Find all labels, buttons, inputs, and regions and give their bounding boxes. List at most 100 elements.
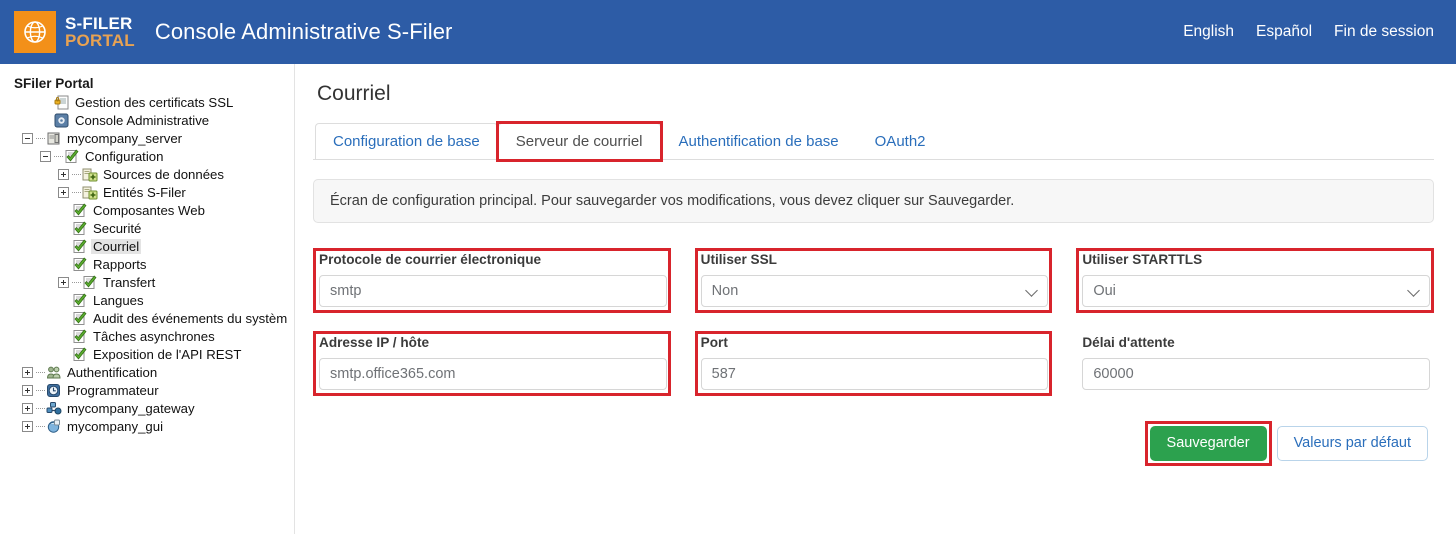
tree-node[interactable]: Rapports (14, 255, 294, 273)
tree-node[interactable]: mycompany_gateway (14, 399, 294, 417)
collapse-toggle-icon[interactable] (40, 150, 51, 162)
select-use-starttls[interactable]: Oui (1082, 275, 1430, 307)
tree-node-icon (72, 257, 88, 272)
tree-node[interactable]: Audit des événements du systèm (14, 309, 294, 327)
globe-icon (24, 21, 46, 43)
tree-node[interactable]: Authentification (14, 363, 294, 381)
field-host: Adresse IP / hôte (313, 331, 671, 396)
tree-node-icon (72, 239, 88, 254)
field-port: Port (694, 331, 1053, 396)
tree-node[interactable]: Tâches asynchrones (14, 327, 294, 345)
label-port: Port (700, 335, 728, 350)
collapse-toggle-icon[interactable] (22, 132, 33, 144)
tree-node[interactable]: Entités S-Filer (14, 183, 294, 201)
tree-node-label: Configuration (85, 148, 164, 164)
tree-connector (36, 389, 45, 391)
tab-authentification-de-base[interactable]: Authentification de base (661, 123, 857, 159)
tree-node-icon (72, 347, 88, 362)
tab-configuration-de-base[interactable]: Configuration de base (315, 123, 498, 159)
lang-english-link[interactable]: English (1183, 23, 1234, 41)
tree-connector (36, 137, 45, 139)
input-protocol[interactable] (319, 275, 667, 307)
tree-node[interactable]: Gestion des certificats SSL (14, 93, 294, 111)
select-use-ssl[interactable]: Non (700, 275, 1049, 307)
tree-node-label: Authentification (67, 364, 158, 380)
gateway-icon (46, 401, 62, 414)
tree-node-icon (72, 311, 88, 326)
tree-node-label: Sources de données (103, 166, 224, 182)
tree-node-label: Langues (93, 292, 144, 308)
reset-defaults-button[interactable]: Valeurs par défaut (1276, 426, 1428, 461)
config-check-icon (65, 149, 79, 163)
save-button-wrap: Sauvegarder (1144, 421, 1272, 466)
tab-bar: Configuration de base Serveur de courrie… (313, 121, 1434, 162)
tree-connector (54, 155, 63, 157)
gui-icon (47, 419, 60, 433)
tree-node-icon (72, 329, 88, 344)
tree-node-icon (72, 221, 88, 236)
tree-node-label: Composantes Web (93, 202, 205, 218)
tree-node[interactable]: Sources de données (14, 165, 294, 183)
label-protocol: Protocole de courrier électronique (319, 252, 542, 267)
logout-link[interactable]: Fin de session (1334, 23, 1434, 41)
tree-node-icon (54, 95, 70, 110)
field-timeout: Délai d'attente (1076, 331, 1434, 396)
tree-node[interactable]: Composantes Web (14, 201, 294, 219)
field-protocol: Protocole de courrier électronique (313, 248, 671, 313)
expand-toggle-icon[interactable] (22, 402, 33, 414)
tree-node[interactable]: Programmateur (14, 381, 294, 399)
sidebar-tree[interactable]: SFiler Portal Gestion des certificats SS… (0, 64, 295, 534)
tree-node-label: Gestion des certificats SSL (75, 94, 234, 110)
tree-node-icon (72, 203, 88, 218)
expand-toggle-icon[interactable] (58, 276, 69, 288)
tree-node[interactable]: Courriel (14, 237, 294, 255)
expand-toggle-icon[interactable] (22, 384, 33, 396)
input-port[interactable] (700, 358, 1049, 390)
config-check-icon (73, 203, 87, 217)
tree-node-label: Securité (93, 220, 142, 236)
tree-node-label: Tâches asynchrones (93, 328, 215, 344)
tree-node-icon (46, 419, 62, 434)
logo-line-2: PORTAL (65, 31, 135, 50)
form-actions: Sauvegarder Valeurs par défaut (313, 421, 1434, 466)
save-button[interactable]: Sauvegarder (1149, 426, 1267, 461)
input-host[interactable] (319, 358, 667, 390)
page-title: Courriel (317, 82, 391, 105)
tab-serveur-de-courriel[interactable]: Serveur de courriel (497, 123, 661, 160)
tree-node-icon (82, 185, 98, 200)
email-server-form: Protocole de courrier électronique Utili… (313, 248, 1434, 396)
tree-connector (36, 371, 45, 373)
config-check-icon (73, 257, 87, 271)
info-banner: Écran de configuration principal. Pour s… (313, 179, 1434, 223)
expand-toggle-icon[interactable] (58, 168, 69, 180)
tree-node-label: mycompany_gateway (67, 400, 195, 416)
tree-node[interactable]: Langues (14, 291, 294, 309)
expand-toggle-icon[interactable] (22, 366, 33, 378)
label-host: Adresse IP / hôte (319, 335, 430, 350)
gear-icon (54, 113, 69, 127)
expand-toggle-icon[interactable] (58, 186, 69, 198)
tree-node[interactable]: mycompany_gui (14, 417, 294, 435)
tree-node[interactable]: mycompany_server (14, 129, 294, 147)
tree-connector (72, 281, 81, 283)
tree-node[interactable]: Securité (14, 219, 294, 237)
tree-node-icon (82, 167, 98, 182)
tree-node[interactable]: Console Administrative (14, 111, 294, 129)
config-check-icon (83, 275, 97, 289)
app-title: Console Administrative S-Filer (154, 19, 453, 44)
tree-node[interactable]: Configuration (14, 147, 294, 165)
config-check-icon (73, 329, 87, 343)
lang-espanol-link[interactable]: Español (1256, 23, 1312, 41)
users-icon (46, 366, 61, 378)
app-header: S-FILER PORTAL Console Administrative S-… (0, 0, 1456, 64)
tab-oauth2[interactable]: OAuth2 (857, 123, 944, 159)
tree-node[interactable]: Transfert (14, 273, 294, 291)
expand-toggle-icon[interactable] (22, 420, 33, 432)
field-use-ssl: Utiliser SSL Non (694, 248, 1053, 313)
tree-node[interactable]: Exposition de l'API REST (14, 345, 294, 363)
tree-node-icon (46, 383, 62, 398)
logo-tile (14, 11, 56, 53)
field-use-starttls: Utiliser STARTTLS Oui (1076, 248, 1434, 313)
tree-node-label: Exposition de l'API REST (93, 346, 242, 362)
input-timeout[interactable] (1082, 358, 1430, 390)
